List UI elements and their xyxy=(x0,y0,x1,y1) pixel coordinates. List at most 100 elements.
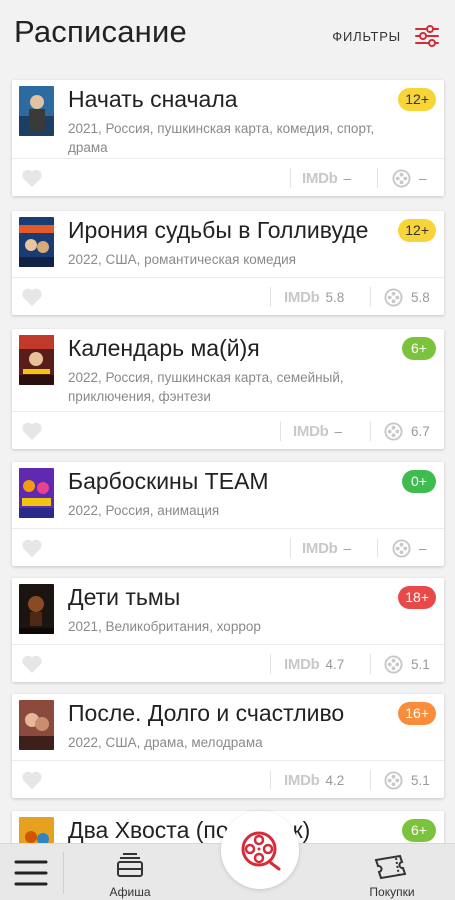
kinopoisk-icon xyxy=(392,538,411,558)
page-title: Расписание xyxy=(14,14,187,49)
imdb-value: 4.2 xyxy=(325,772,345,788)
movie-poster xyxy=(19,335,54,385)
kp-rating: 5.8 xyxy=(384,278,430,315)
age-badge: 6+ xyxy=(402,337,436,360)
heart-icon[interactable] xyxy=(21,287,43,307)
kp-rating: – xyxy=(392,159,427,196)
nav-afisha-label: Афиша xyxy=(109,885,151,899)
divider xyxy=(270,287,271,307)
movie-poster xyxy=(19,700,54,750)
card-footer: IMDb – 6.7 xyxy=(12,411,444,449)
imdb-logo: IMDb xyxy=(302,169,338,187)
movie-card[interactable]: Календарь ма(й)я 2022, Россия, пушкинска… xyxy=(12,329,444,449)
kp-rating: 5.1 xyxy=(384,645,430,682)
movie-card[interactable]: Ирония судьбы в Голливуде 2022, США, ром… xyxy=(12,211,444,315)
kp-value: – xyxy=(419,170,427,186)
imdb-value: – xyxy=(343,540,351,556)
kp-value: – xyxy=(419,540,427,556)
card-footer: IMDb – – xyxy=(12,528,444,566)
header: Расписание ФИЛЬТРЫ xyxy=(0,0,455,74)
movie-poster xyxy=(19,86,54,136)
movie-meta: 2021, Великобритания, хоррор xyxy=(68,619,261,634)
divider xyxy=(290,168,291,188)
afisha-icon xyxy=(117,853,143,877)
kinopoisk-icon xyxy=(384,287,403,307)
heart-icon[interactable] xyxy=(21,168,43,188)
divider xyxy=(377,168,378,188)
card-footer: IMDb 4.7 5.1 xyxy=(12,644,444,682)
nav-afisha[interactable]: Афиша xyxy=(92,848,168,900)
nav-purchases-label: Покупки xyxy=(369,885,415,899)
card-footer: IMDb 5.8 5.8 xyxy=(12,277,444,315)
divider xyxy=(370,421,371,441)
movie-title: Дети тьмы xyxy=(68,584,181,610)
movie-poster xyxy=(19,217,54,267)
imdb-rating: IMDb – xyxy=(302,529,351,566)
divider xyxy=(280,421,281,441)
age-badge: 12+ xyxy=(398,88,436,111)
movie-poster xyxy=(19,468,54,518)
card-footer: IMDb – – xyxy=(12,158,444,196)
age-badge: 16+ xyxy=(398,702,436,725)
imdb-value: 5.8 xyxy=(325,289,345,305)
movie-card[interactable]: Барбоскины TEAM 2022, Россия, анимация 0… xyxy=(12,462,444,566)
nav-divider xyxy=(63,852,64,894)
center-film-button[interactable] xyxy=(221,811,299,889)
movie-card[interactable]: Дети тьмы 2021, Великобритания, хоррор 1… xyxy=(12,578,444,682)
divider xyxy=(270,654,271,674)
kinopoisk-icon xyxy=(384,770,403,790)
kp-value: 5.8 xyxy=(411,289,430,305)
filters-icon xyxy=(415,25,439,47)
kinopoisk-icon xyxy=(384,421,403,441)
heart-icon[interactable] xyxy=(21,421,43,441)
movie-title: Календарь ма(й)я xyxy=(68,335,260,361)
imdb-rating: IMDb 4.7 xyxy=(284,645,344,682)
filters-label: ФИЛЬТРЫ xyxy=(332,28,401,44)
divider xyxy=(370,770,371,790)
imdb-value: – xyxy=(343,170,351,186)
kinopoisk-icon xyxy=(384,654,403,674)
kinopoisk-icon xyxy=(392,168,411,188)
movie-title: Барбоскины TEAM xyxy=(68,468,269,494)
card-footer: IMDb 4.2 5.1 xyxy=(12,760,444,798)
movie-meta: 2022, Россия, анимация xyxy=(68,503,220,518)
imdb-logo: IMDb xyxy=(284,288,320,306)
divider xyxy=(290,538,291,558)
imdb-value: – xyxy=(334,423,342,439)
imdb-rating: IMDb – xyxy=(293,412,342,449)
tickets-icon xyxy=(374,854,407,880)
divider xyxy=(377,538,378,558)
filters-button[interactable]: ФИЛЬТРЫ xyxy=(332,20,441,52)
age-badge: 18+ xyxy=(398,586,436,609)
imdb-rating: IMDb 5.8 xyxy=(284,278,344,315)
imdb-value: 4.7 xyxy=(325,656,345,672)
movie-title: После. Долго и счастливо xyxy=(68,700,345,726)
movie-card[interactable]: Начать сначала 2021, Россия, пушкинская … xyxy=(12,80,444,196)
age-badge: 0+ xyxy=(402,470,436,493)
kp-value: 6.7 xyxy=(411,423,430,439)
heart-icon[interactable] xyxy=(21,538,43,558)
imdb-logo: IMDb xyxy=(293,422,329,440)
kp-rating: – xyxy=(392,529,427,566)
film-reel-icon xyxy=(241,831,281,871)
imdb-logo: IMDb xyxy=(284,771,320,789)
movie-title: Начать сначала xyxy=(68,86,238,112)
menu-icon[interactable] xyxy=(14,858,48,888)
divider xyxy=(370,287,371,307)
movie-meta: 2022, США, романтическая комедия xyxy=(68,252,296,267)
heart-icon[interactable] xyxy=(21,654,43,674)
heart-icon[interactable] xyxy=(21,770,43,790)
imdb-rating: IMDb 4.2 xyxy=(284,761,344,798)
imdb-logo: IMDb xyxy=(302,539,338,557)
kp-rating: 5.1 xyxy=(384,761,430,798)
divider xyxy=(370,654,371,674)
kp-value: 5.1 xyxy=(411,772,430,788)
kp-rating: 6.7 xyxy=(384,412,430,449)
movie-meta: 2022, Россия, пушкинская карта, семейный… xyxy=(68,370,344,404)
age-badge: 12+ xyxy=(398,219,436,242)
movie-title: Ирония судьбы в Голливуде xyxy=(68,217,369,243)
nav-purchases[interactable]: Покупки xyxy=(352,848,432,900)
movie-meta: 2022, США, драма, мелодрама xyxy=(68,735,263,750)
age-badge: 6+ xyxy=(402,819,436,842)
movie-card[interactable]: После. Долго и счастливо 2022, США, драм… xyxy=(12,694,444,798)
